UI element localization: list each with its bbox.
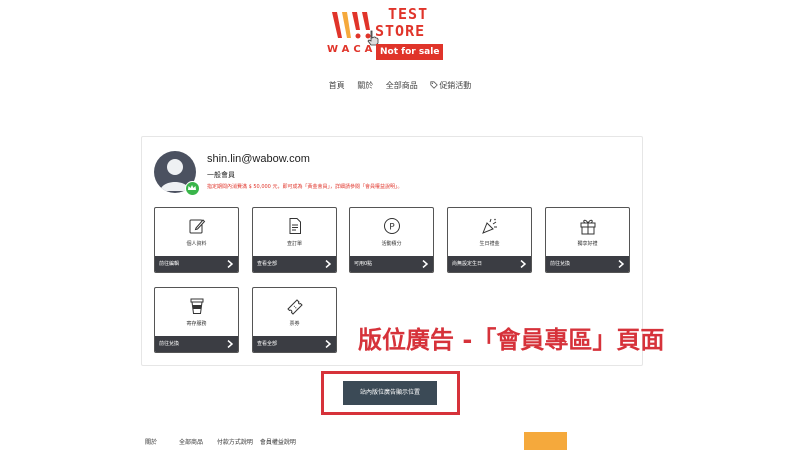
tile-tickets-action-label: 查看全部 [257, 341, 278, 347]
points-coin-icon: P [384, 218, 400, 234]
tile-points-action-label: 可用0點 [354, 261, 373, 267]
tile-gifts-action[interactable]: 前往兌換 [546, 256, 629, 272]
member-upgrade-hint: 指定期間內消費滿 $ 50,000 元，即可成為「黃金會員」，詳細請參閱「會員權… [207, 184, 403, 190]
tile-tickets[interactable]: 票券 查看全部 [252, 287, 337, 353]
chevron-right-icon [618, 260, 624, 268]
tile-birthday-action[interactable]: 尚無設定生日 [448, 256, 531, 272]
footer-link-about[interactable]: 關於 [145, 437, 157, 446]
svg-text:P: P [389, 223, 395, 233]
edit-icon [189, 219, 206, 234]
tile-birthday[interactable]: 生日禮金 尚無設定生日 [447, 207, 532, 273]
nav-item-home[interactable]: 首頁 [329, 80, 345, 91]
nav-item-promotions[interactable]: 促銷活動 [430, 80, 471, 91]
tile-orders-label: 查訂單 [286, 241, 302, 247]
tile-tickets-label: 票券 [289, 321, 300, 327]
ad-placement-title: 版位廣告 -「會員專區」頁面 [358, 326, 665, 354]
nav-item-all-products[interactable]: 全部商品 [386, 80, 418, 91]
tile-orders-action[interactable]: 查看全部 [253, 256, 336, 272]
tile-points-label: 活動積分 [381, 241, 402, 247]
chevron-right-icon [227, 340, 233, 348]
tile-birthday-action-label: 尚無設定生日 [452, 261, 483, 267]
tile-points[interactable]: P 活動積分 可用0點 [349, 207, 434, 273]
chevron-right-icon [520, 260, 526, 268]
top-nav: 首頁 關於 全部商品 促銷活動 [0, 80, 800, 91]
tile-storage-action[interactable]: 前往兌換 [155, 336, 238, 352]
tag-icon [430, 81, 439, 89]
chevron-right-icon [227, 260, 233, 268]
coffee-cup-icon [190, 298, 204, 314]
logo-title-line2: STORE [375, 22, 426, 40]
tile-storage-label: 寄存服務 [186, 321, 207, 327]
tile-gifts[interactable]: 獨享好禮 前往兌換 [545, 207, 630, 273]
ad-placement-button[interactable]: 站內版位廣告顯示位置 [343, 381, 437, 405]
chevron-right-icon [325, 340, 331, 348]
member-level-badge [185, 181, 200, 196]
footer-link-member-rights[interactable]: 會員權益說明 [260, 437, 296, 446]
tile-profile-label: 個人資料 [186, 241, 207, 247]
store-logo[interactable]: WACA TEST STORE Not for sale [324, 6, 448, 60]
tile-orders[interactable]: 查訂單 查看全部 [252, 207, 337, 273]
chevron-right-icon [422, 260, 428, 268]
footer-accent-block [524, 432, 567, 450]
logo-title-line1: TEST [388, 5, 429, 23]
chevron-right-icon [325, 260, 331, 268]
tile-storage[interactable]: 寄存服務 前往兌換 [154, 287, 239, 353]
gift-icon [580, 219, 596, 235]
footer-link-payment[interactable]: 付款方式說明 [217, 437, 253, 446]
nav-item-about[interactable]: 關於 [357, 80, 373, 91]
tile-points-action[interactable]: 可用0點 [350, 256, 433, 272]
tile-gifts-label: 獨享好禮 [577, 241, 598, 247]
tile-orders-action-label: 查看全部 [257, 261, 278, 267]
tile-profile-action[interactable]: 前往編輯 [155, 256, 238, 272]
member-email: shin.lin@wabow.com [207, 153, 310, 165]
footer-links: 關於 全部商品 付款方式說明 會員權益說明 [145, 437, 308, 446]
crown-icon [188, 185, 196, 190]
party-popper-icon [482, 218, 497, 234]
document-icon [289, 218, 301, 234]
footer-link-all-products[interactable]: 全部商品 [179, 437, 203, 446]
nav-item-promotions-label: 促銷活動 [439, 81, 472, 90]
tile-gifts-action-label: 前往兌換 [550, 261, 571, 267]
tile-birthday-label: 生日禮金 [479, 241, 500, 247]
member-level: 一般會員 [207, 171, 235, 179]
tile-profile-action-label: 前往編輯 [159, 261, 180, 267]
tile-tickets-action[interactable]: 查看全部 [253, 336, 336, 352]
logo-badge: Not for sale [376, 44, 444, 60]
tile-profile[interactable]: 個人資料 前往編輯 [154, 207, 239, 273]
tile-storage-action-label: 前往兌換 [159, 341, 180, 347]
ticket-icon [287, 299, 303, 315]
